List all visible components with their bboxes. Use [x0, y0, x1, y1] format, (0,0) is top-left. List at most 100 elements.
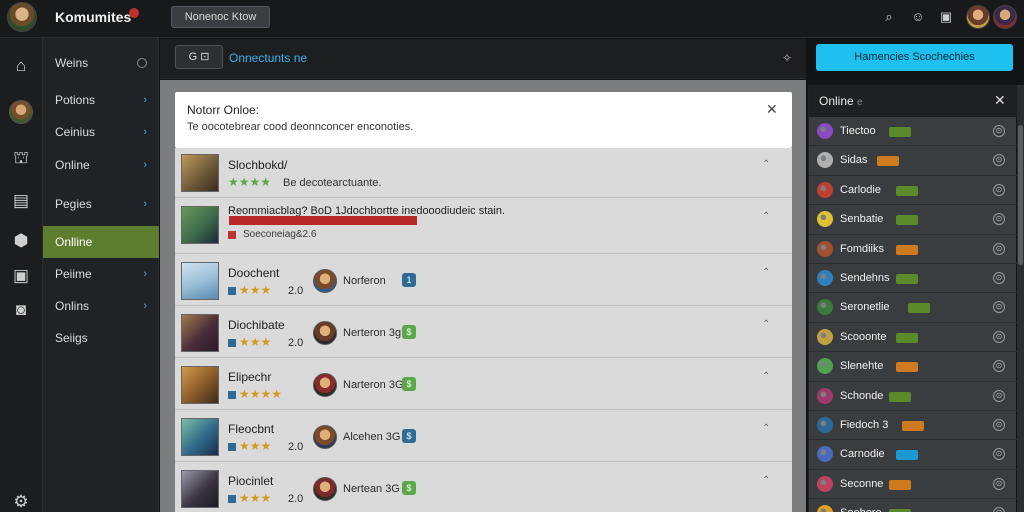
online-user-item[interactable]: Seronetlie ⊙: [809, 293, 1017, 323]
chevron-up-icon[interactable]: ⌃: [762, 267, 770, 278]
online-user-name: Fiedoch 3: [840, 419, 889, 431]
author-avatar[interactable]: [313, 425, 337, 449]
online-user-item[interactable]: Fiedoch 3 ⊙: [809, 411, 1017, 441]
nav-item-online[interactable]: Online ›: [43, 149, 159, 181]
chevron-up-icon[interactable]: ⌃: [762, 211, 770, 222]
author-name[interactable]: Norferon: [343, 275, 386, 287]
online-panel: Online e ✕ Tiectoo ⊙ Sidas ⊙ Carlodie ⊙ Senbat…: [808, 85, 1017, 512]
status-badge: [901, 421, 924, 431]
chevron-up-icon[interactable]: ⌃: [762, 423, 770, 434]
profile-avatar[interactable]: [993, 5, 1017, 29]
nav-item-seiigs[interactable]: Seiigs: [43, 322, 159, 354]
nav-item-ceinius[interactable]: Ceinius ›: [43, 116, 159, 148]
action-icon[interactable]: ⊙: [993, 183, 1005, 196]
online-user-item[interactable]: Scooonte ⊙: [809, 323, 1017, 353]
scroll-thumb[interactable]: [1018, 125, 1023, 265]
smiley-icon[interactable]: ☺: [910, 9, 926, 25]
action-icon[interactable]: ⊙: [993, 301, 1005, 314]
online-user-item[interactable]: Tiectoo ⊙: [809, 117, 1017, 147]
online-user-item[interactable]: Carnodie ⊙: [809, 440, 1017, 470]
scrollbar[interactable]: [1017, 85, 1024, 512]
inbox-icon[interactable]: ▣: [11, 266, 31, 286]
view-toggle-button[interactable]: G ⊡: [175, 45, 223, 69]
online-user-item[interactable]: Slenehte ⊙: [809, 352, 1017, 382]
action-icon[interactable]: ⊙: [993, 448, 1005, 461]
close-icon[interactable]: ✕: [766, 101, 778, 118]
logo-avatar[interactable]: [7, 2, 37, 32]
rail-avatar[interactable]: [9, 100, 33, 124]
online-user-item[interactable]: Seconne ⊙: [809, 470, 1017, 500]
action-icon[interactable]: ⊙: [993, 360, 1005, 373]
nav-item-onlline-active[interactable]: Onlline: [43, 226, 159, 258]
modal-title: Notorr Onloe:: [187, 103, 260, 117]
author-name[interactable]: Narteron 3G: [343, 379, 404, 391]
chevron-right-icon: ›: [143, 159, 147, 171]
action-icon[interactable]: ⊙: [993, 272, 1005, 284]
online-user-name: Soohore: [840, 507, 882, 512]
online-user-item[interactable]: Senbatie ⊙: [809, 205, 1017, 235]
nav-item-weins[interactable]: Weins: [43, 47, 159, 79]
action-icon[interactable]: ⊙: [993, 213, 1005, 226]
action-icon[interactable]: ⊙: [993, 477, 1005, 490]
document-icon[interactable]: ▤: [11, 191, 31, 211]
sub-toolbar: G ⊡ Onnectunts ne ✧: [160, 39, 806, 79]
list-item[interactable]: Elipechr ★★★★ Narteron 3G $ ⌃: [175, 360, 792, 410]
settings-icon[interactable]: ⚙: [11, 492, 31, 512]
user-avatar[interactable]: [966, 5, 990, 29]
online-user-name: Seconne: [840, 477, 884, 490]
item-version: 2.0: [288, 285, 304, 297]
author-name[interactable]: Nerteron 3g: [343, 327, 401, 339]
icon-rail: ⌂ ⛫ ▤ ⬢ ▣ ◙ ⚙: [0, 38, 43, 512]
chevron-up-icon[interactable]: ⌃: [762, 319, 770, 330]
pin-icon[interactable]: ✧: [778, 49, 796, 67]
nav-item-pegies[interactable]: Pegies ›: [43, 188, 159, 220]
online-user-item[interactable]: Carlodie ⊙: [809, 176, 1017, 206]
author-avatar[interactable]: [313, 477, 337, 501]
author-name[interactable]: Nertean 3G: [343, 483, 400, 495]
list-item[interactable]: Doochent ★★★ 2.0 Norferon 1 ⌃: [175, 256, 792, 306]
action-icon[interactable]: ⊙: [993, 330, 1005, 343]
chevron-up-icon[interactable]: ⌃: [762, 371, 770, 382]
author-avatar[interactable]: [313, 321, 337, 345]
action-icon[interactable]: ⊙: [993, 507, 1005, 512]
chevron-right-icon: ›: [143, 198, 147, 210]
chevron-up-icon[interactable]: ⌃: [762, 159, 770, 170]
online-user-name: Schonde: [840, 389, 884, 402]
list-item[interactable]: Fleocbnt ★★★ 2.0 Alcehen 3G $ ⌃: [175, 412, 792, 462]
nav-item-peiime[interactable]: Peiime ›: [43, 258, 159, 290]
list-item[interactable]: Reommiacblag? BoD 1Jdochbortte inedooodi…: [175, 200, 792, 254]
item-version: 2.0: [288, 493, 304, 505]
nav-item-potions[interactable]: Potions ›: [43, 84, 159, 116]
online-user-item[interactable]: Fomdiiks ⊙: [809, 235, 1017, 264]
shield-icon[interactable]: ⬢: [11, 231, 31, 251]
nav-item-onlins[interactable]: Onlins ›: [43, 290, 159, 322]
primary-cta-button[interactable]: Hamencies Scochechies: [816, 44, 1013, 71]
action-icon[interactable]: ⊙: [993, 125, 1005, 137]
user-icon: [817, 152, 833, 169]
action-icon[interactable]: ⊙: [993, 419, 1005, 431]
close-icon[interactable]: ✕: [994, 92, 1006, 109]
author-avatar[interactable]: [313, 373, 337, 397]
user-icon: [817, 387, 833, 404]
list-item[interactable]: Piocinlet ★★★ 2.0 Nertean 3G $ ⌃: [175, 464, 792, 512]
online-user-item[interactable]: Sendehns ⊙: [809, 264, 1017, 294]
author-avatar[interactable]: [313, 269, 337, 293]
chevron-up-icon[interactable]: ⌃: [762, 475, 770, 486]
online-user-item[interactable]: Schonde ⊙: [809, 382, 1017, 411]
home-icon[interactable]: ⌂: [11, 56, 31, 76]
search-icon[interactable]: ⌕: [881, 9, 897, 25]
action-icon[interactable]: ⊙: [993, 242, 1005, 255]
action-icon[interactable]: ⊙: [993, 389, 1005, 402]
action-icon[interactable]: ⊙: [993, 154, 1005, 167]
camera-icon[interactable]: ◙: [11, 300, 31, 320]
grid-icon[interactable]: ▣: [938, 9, 954, 25]
list-item[interactable]: Slochbokd/ ★★★★ Be decotearctuante. ⌃: [175, 148, 792, 198]
list-item[interactable]: Diochibate ★★★ 2.0 Nerteron 3g $ ⌃: [175, 308, 792, 358]
author-name[interactable]: Alcehen 3G: [343, 431, 400, 443]
house-icon[interactable]: ⛫: [11, 148, 31, 168]
status-badge: [889, 127, 912, 137]
top-action-button[interactable]: Nonenoc Ktow: [171, 6, 270, 28]
online-user-item[interactable]: Soohore ⊙: [809, 499, 1017, 512]
connections-link[interactable]: Onnectunts ne: [229, 51, 307, 65]
online-user-item[interactable]: Sidas ⊙: [809, 146, 1017, 176]
